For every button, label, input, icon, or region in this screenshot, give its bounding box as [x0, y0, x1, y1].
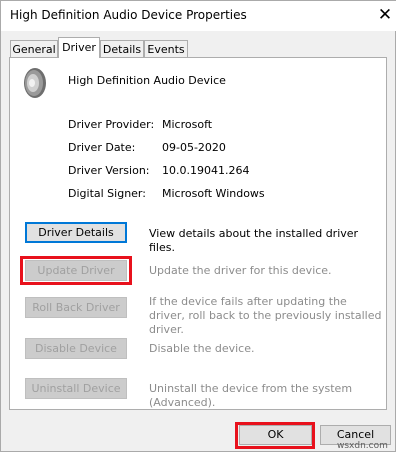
- tab-details[interactable]: Details: [100, 40, 144, 58]
- title-bar: High Definition Audio Device Properties: [1, 1, 396, 31]
- tab-events[interactable]: Events: [144, 40, 188, 58]
- close-icon[interactable]: ✕: [370, 2, 397, 28]
- driver-date-label: Driver Date:: [68, 141, 136, 154]
- window-title: High Definition Audio Device Properties: [10, 8, 247, 22]
- speaker-icon: [24, 68, 46, 98]
- update-driver-description: Update the driver for this device.: [149, 264, 332, 277]
- disable-device-button[interactable]: Disable Device: [25, 338, 127, 359]
- driver-version-value: 10.0.19041.264: [162, 164, 250, 177]
- watermark: wsxdn.com: [337, 441, 388, 451]
- update-driver-button[interactable]: Update Driver: [25, 260, 127, 281]
- tab-general[interactable]: General: [10, 40, 58, 58]
- ok-button[interactable]: OK: [239, 425, 312, 445]
- disable-device-description: Disable the device.: [149, 342, 255, 355]
- roll-back-driver-button[interactable]: Roll Back Driver: [25, 297, 127, 318]
- uninstall-device-description: Uninstall the device from the system (Ad…: [149, 382, 353, 409]
- driver-details-description: View details about the installed driver …: [149, 227, 359, 254]
- tab-driver[interactable]: Driver: [58, 37, 100, 58]
- uninstall-device-button[interactable]: Uninstall Device: [25, 378, 127, 399]
- driver-provider-label: Driver Provider:: [68, 118, 155, 131]
- roll-back-driver-description: If the device fails after updating the d…: [149, 295, 382, 336]
- driver-provider-value: Microsoft: [162, 118, 213, 131]
- digital-signer-label: Digital Signer:: [68, 187, 146, 200]
- driver-details-button[interactable]: Driver Details: [25, 222, 127, 243]
- digital-signer-value: Microsoft Windows: [162, 187, 265, 200]
- driver-date-value: 09-05-2020: [162, 141, 226, 154]
- device-name: High Definition Audio Device: [68, 74, 226, 87]
- driver-version-label: Driver Version:: [68, 164, 150, 177]
